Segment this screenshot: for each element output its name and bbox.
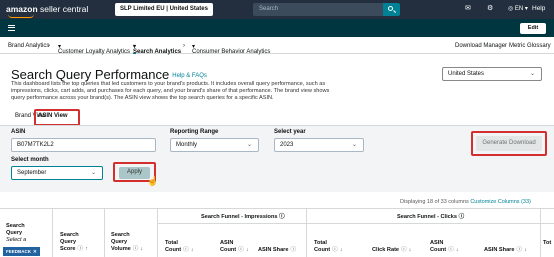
nav-search-analytics[interactable]: Search Analytics ▾ — [133, 43, 181, 55]
breadcrumb-separator-icon: › — [48, 43, 50, 49]
column-header-clicks-total-count[interactable]: Total Count ⓘ ↓ — [314, 240, 343, 254]
country-select[interactable]: United States ⌄ — [442, 67, 542, 81]
customize-columns-link[interactable]: Customize Columns (33) — [470, 199, 531, 205]
secondary-bar: Edit — [0, 19, 554, 37]
language-selector[interactable]: ◎ EN ▾ — [508, 5, 528, 12]
analytics-nav: Brand Analytics › Customer Loyalty Analy… — [0, 37, 554, 55]
globe-icon: ◎ — [508, 6, 515, 12]
sort-down-icon: ↓ — [524, 247, 527, 253]
month-select[interactable]: September ⌄ — [11, 166, 103, 180]
sort-down-icon: ↓ — [140, 246, 144, 252]
chevron-down-icon: ⌄ — [351, 142, 357, 148]
close-icon[interactable]: ✕ — [33, 249, 37, 254]
metric-glossary-link[interactable]: Metric Glossary — [509, 43, 551, 49]
sort-down-icon: ↓ — [455, 247, 459, 253]
page-title: Search Query Performance Help & FAQs — [11, 67, 207, 82]
help-faqs-link[interactable]: Help & FAQs — [172, 73, 207, 79]
info-icon: ⓘ — [279, 214, 285, 220]
sort-down-icon: ↓ — [339, 247, 343, 253]
breadcrumb-separator-icon: › — [183, 43, 185, 49]
search-query-table: Search Funnel - Impressions ⓘ Search Fun… — [0, 208, 554, 257]
edit-button[interactable]: Edit — [520, 23, 546, 34]
apply-button[interactable]: Apply — [119, 167, 150, 179]
year-select[interactable]: 2023 ⌄ — [274, 138, 364, 152]
hand-cursor-icon: ☝ — [147, 176, 159, 186]
select-month-label: Select month — [11, 157, 49, 163]
reporting-range-label: Reporting Range — [170, 129, 219, 135]
info-icon: ⓘ — [332, 247, 338, 253]
sort-down-icon: ↓ — [245, 247, 249, 253]
nav-consumer-behavior-analytics[interactable]: Consumer Behavior Analytics ▾ — [192, 43, 270, 55]
info-icon: ⓘ — [401, 247, 407, 253]
asin-input[interactable]: B07M7TK2L2 — [11, 138, 156, 152]
nav-customer-loyalty-analytics[interactable]: Customer Loyalty Analytics ▾ — [58, 43, 130, 55]
nav-brand-analytics[interactable]: Brand Analytics — [8, 43, 49, 49]
sort-down-icon: ↓ — [408, 247, 412, 253]
info-icon: ⓘ — [458, 214, 465, 220]
info-icon: ⓘ — [77, 246, 84, 252]
column-header-clicks-asin-share[interactable]: ASIN Share ⓘ ↓ — [484, 247, 527, 254]
column-header-click-rate[interactable]: Click Rate ⓘ ↓ — [372, 247, 411, 254]
sort-up-icon: ↑ — [85, 246, 88, 252]
columns-info: Displaying 18 of 33 columns Customize Co… — [400, 199, 531, 205]
info-icon: ⓘ — [516, 247, 523, 253]
displaying-columns-text: Displaying 18 of 33 columns — [400, 199, 469, 205]
chevron-down-icon: ⌄ — [529, 71, 535, 77]
select-year-label: Select year — [274, 129, 306, 135]
info-icon: ⓘ — [448, 247, 454, 253]
seller-central-logo[interactable]: amazon seller central — [6, 4, 89, 18]
logo-amazon: amazon — [6, 4, 38, 14]
column-header-impressions-asin-share[interactable]: ASIN Share ⓘ — [258, 247, 296, 254]
group-header-clicks: Search Funnel - Clicks ⓘ — [397, 214, 465, 220]
column-header-impressions-asin-count[interactable]: ASIN Count ⓘ ↓ — [220, 240, 249, 254]
chevron-down-icon: ⌄ — [246, 142, 252, 148]
top-navigation-bar: amazon seller central SLP Limited EU | U… — [0, 0, 554, 19]
column-header-clicks-asin-count[interactable]: ASIN Count ⓘ ↓ — [430, 240, 459, 254]
info-icon: ⓘ — [183, 247, 189, 253]
account-selector[interactable]: SLP Limited EU | United States — [115, 3, 213, 16]
info-icon: ⓘ — [238, 247, 244, 253]
gear-icon[interactable]: ⚙ — [487, 4, 493, 12]
column-header-impressions-total-count[interactable]: Total Count ⓘ ↓ — [165, 240, 194, 254]
mail-icon[interactable]: ✉ — [465, 4, 471, 12]
page-description: This dashboard lists the top queries tha… — [11, 81, 330, 101]
search-button[interactable] — [383, 3, 400, 16]
column-header-search-query-score[interactable]: Search Query Score ⓘ ↑ — [60, 232, 88, 253]
chevron-down-icon: ⌄ — [90, 170, 96, 176]
download-manager-link[interactable]: Download Manager — [455, 43, 507, 49]
info-icon: ⓘ — [132, 246, 139, 252]
reporting-range-select[interactable]: Monthly ⌄ — [170, 138, 259, 152]
group-header-impressions: Search Funnel - Impressions ⓘ — [201, 214, 285, 220]
amazon-smile-icon — [8, 14, 34, 18]
asin-view-highlight — [34, 109, 80, 126]
generate-download-button[interactable]: Generate Download — [476, 136, 542, 151]
column-header-search-query-volume[interactable]: Search Query Volume ⓘ ↓ — [111, 232, 143, 253]
sort-down-icon: ↓ — [190, 247, 194, 253]
generate-download-highlight: Generate Download — [471, 131, 547, 156]
search-input[interactable]: Search — [253, 3, 383, 16]
logo-seller-central: seller central — [40, 4, 89, 14]
feedback-button[interactable]: FEEDBACK ✕ — [3, 247, 40, 256]
column-header-search-query[interactable]: Search Query Select a — [6, 223, 26, 244]
asin-label: ASIN — [11, 129, 26, 135]
hamburger-menu-icon[interactable] — [8, 25, 15, 31]
info-icon: ⓘ — [290, 247, 297, 253]
column-header-next[interactable]: Tot — [543, 240, 551, 247]
help-link[interactable]: Help — [532, 5, 545, 12]
